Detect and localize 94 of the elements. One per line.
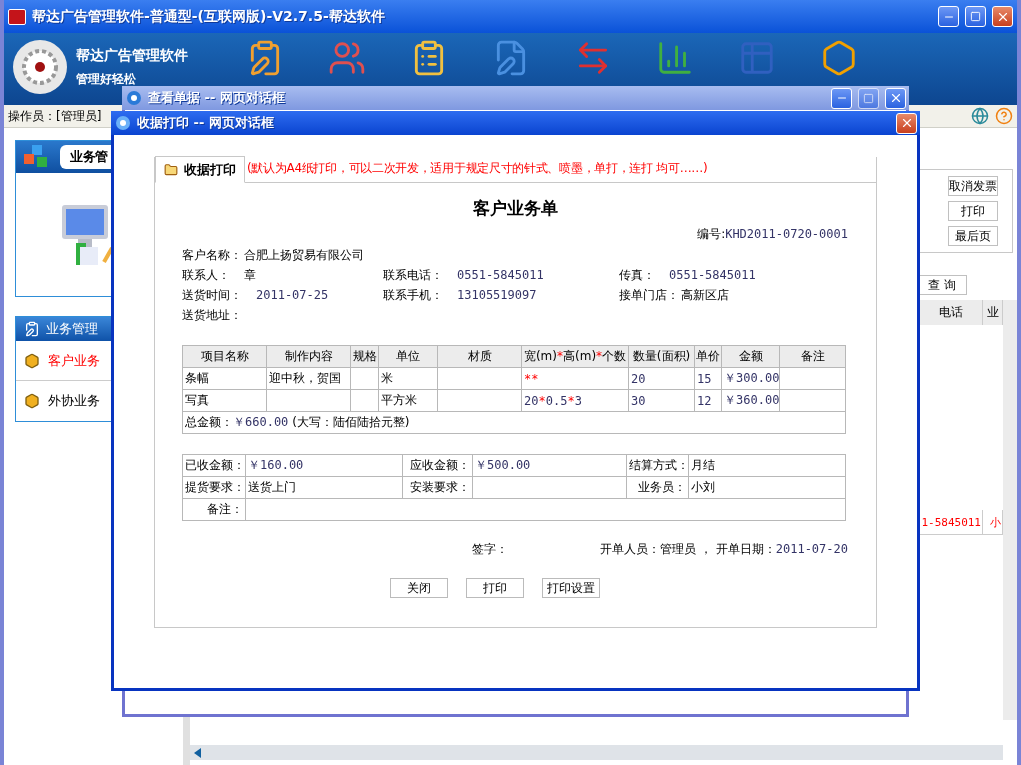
table-cell <box>350 367 379 390</box>
maximize-button[interactable] <box>965 6 986 27</box>
table-cell: 米 <box>378 367 438 390</box>
cube-icon <box>24 352 40 369</box>
table-cell: 送货上门 <box>245 476 403 499</box>
close-button[interactable] <box>992 6 1013 27</box>
column-header: 金额 <box>721 345 780 368</box>
left-arrow-icon[interactable] <box>194 747 202 758</box>
table-cell: ** <box>521 367 629 390</box>
table-cell: 月结 <box>688 454 846 477</box>
table-cell: 安装要求： <box>402 476 473 499</box>
form-title: 客户业务单 <box>471 197 559 220</box>
table-cell: 备注： <box>182 498 246 521</box>
table-cell: 20*0.5*3 <box>521 389 629 412</box>
print-note: (默认为A4纸打印，可以二次开发，适用于规定尺寸的针式、喷墨，单打，连打 均可……) <box>246 160 708 177</box>
table-cell: ￥300.00 <box>721 367 780 390</box>
action-button[interactable]: 打印 <box>948 201 998 221</box>
column-header: 单价 <box>694 345 722 368</box>
action-button[interactable]: 取消发票 <box>948 176 998 196</box>
table-cell: 12 <box>694 389 722 412</box>
form-field: 联系人： 章 <box>182 267 383 283</box>
operator-label: 操作员：[管理员] <box>8 107 102 125</box>
help-icon[interactable] <box>995 107 1013 125</box>
column-header: 项目名称 <box>182 345 267 368</box>
column-header: 电话 <box>919 300 983 325</box>
column-header: 数量(面积) <box>628 345 695 368</box>
maximize-icon <box>863 92 874 104</box>
print-tab[interactable]: 收据打印 <box>155 156 245 183</box>
people-icon[interactable] <box>328 39 366 77</box>
table-cell: 15 <box>694 367 722 390</box>
column-header: 材质 <box>437 345 522 368</box>
form-button[interactable]: 打印 <box>466 578 524 598</box>
table-cell: 条幅 <box>182 367 267 390</box>
browser-icon <box>115 115 131 131</box>
dialog-title: 收据打印 -- 网页对话框 <box>137 114 275 132</box>
column-header: 备注 <box>779 345 846 368</box>
form-field: 传真： 0551-5845011 <box>619 267 848 283</box>
table-cell: 迎中秋，贺国 <box>266 367 351 390</box>
window-title: 帮达广告管理软件-普通型-(互联网版)-V2.7.5-帮达软件 <box>32 7 386 26</box>
table-cell: ￥360.00 <box>721 389 780 412</box>
close-button[interactable] <box>896 112 917 134</box>
folder-icon <box>164 162 178 177</box>
table-cell: 已收金额： <box>182 454 246 477</box>
maximize-icon <box>970 11 981 22</box>
maximize-button[interactable] <box>858 87 879 109</box>
total-cell: 总金额：￥660.00 (大写：陆佰陆拾元整) <box>182 411 846 434</box>
form-button[interactable]: 关闭 <box>390 578 448 598</box>
close-button[interactable] <box>885 87 906 109</box>
app-icon <box>8 8 26 25</box>
table-cell: 写真 <box>182 389 267 412</box>
browser-icon <box>126 90 142 106</box>
table-cell: 结算方式： <box>626 454 689 477</box>
form-field: 联系手机： 13105519097 <box>383 287 619 303</box>
column-header: 规格 <box>350 345 379 368</box>
table-cell: 20 <box>628 367 695 390</box>
section-title: 业务管理 <box>46 320 98 338</box>
bar-chart-icon[interactable] <box>656 39 694 77</box>
form-field: 客户名称： 合肥上扬贸易有限公司 <box>182 247 848 263</box>
table-cell <box>779 389 846 412</box>
table-cell <box>779 367 846 390</box>
column-header: 业 <box>983 300 1003 325</box>
gear-logo-icon <box>12 39 68 95</box>
table-cell: 平方米 <box>378 389 438 412</box>
horizontal-scrollbar[interactable] <box>190 745 1003 760</box>
vertical-scrollbar[interactable] <box>1003 300 1017 720</box>
minimize-button[interactable] <box>938 6 959 27</box>
action-button[interactable]: 最后页 <box>948 226 998 246</box>
form-number: 编号:KHD2011-0720-0001 <box>697 226 848 243</box>
form-field: 联系电话： 0551-5845011 <box>383 267 619 283</box>
column-header: 单位 <box>378 345 438 368</box>
table-cell: 应收金额： <box>402 454 473 477</box>
table-cell: 30 <box>628 389 695 412</box>
minimize-button[interactable] <box>831 87 852 109</box>
cube-icon <box>24 393 40 409</box>
slogan: 管理好轻松 <box>76 70 137 88</box>
form-field: 接单门店： 高新区店 <box>619 287 848 303</box>
form-button[interactable]: 打印设置 <box>542 578 600 598</box>
column-header: 制作内容 <box>266 345 351 368</box>
brand-name: 帮达广告管理软件 <box>76 46 188 65</box>
table-cell: ￥500.00 <box>472 454 627 477</box>
table-cell <box>350 389 379 412</box>
issuer-info: 开单人员：管理员 ， 开单日期：2011-07-20 <box>600 541 848 558</box>
clipboard-pen-icon <box>24 321 40 337</box>
table-cell: 提货要求： <box>182 476 246 499</box>
sidebar-item[interactable]: 外协业务 <box>16 381 184 421</box>
form-field: 送货地址： <box>182 307 848 323</box>
column-header: 宽(m)*高(m)*个数 <box>521 345 629 368</box>
signature-label: 签字： <box>472 541 508 558</box>
table-cell: 小刘 <box>688 476 846 499</box>
table-cell: 业务员： <box>626 476 689 499</box>
form-field: 送货时间： 2011-07-25 <box>182 287 383 303</box>
globe-icon[interactable] <box>971 107 989 125</box>
table-cell: ￥160.00 <box>245 454 403 477</box>
dialog-title: 查看单据 -- 网页对话框 <box>148 89 286 107</box>
